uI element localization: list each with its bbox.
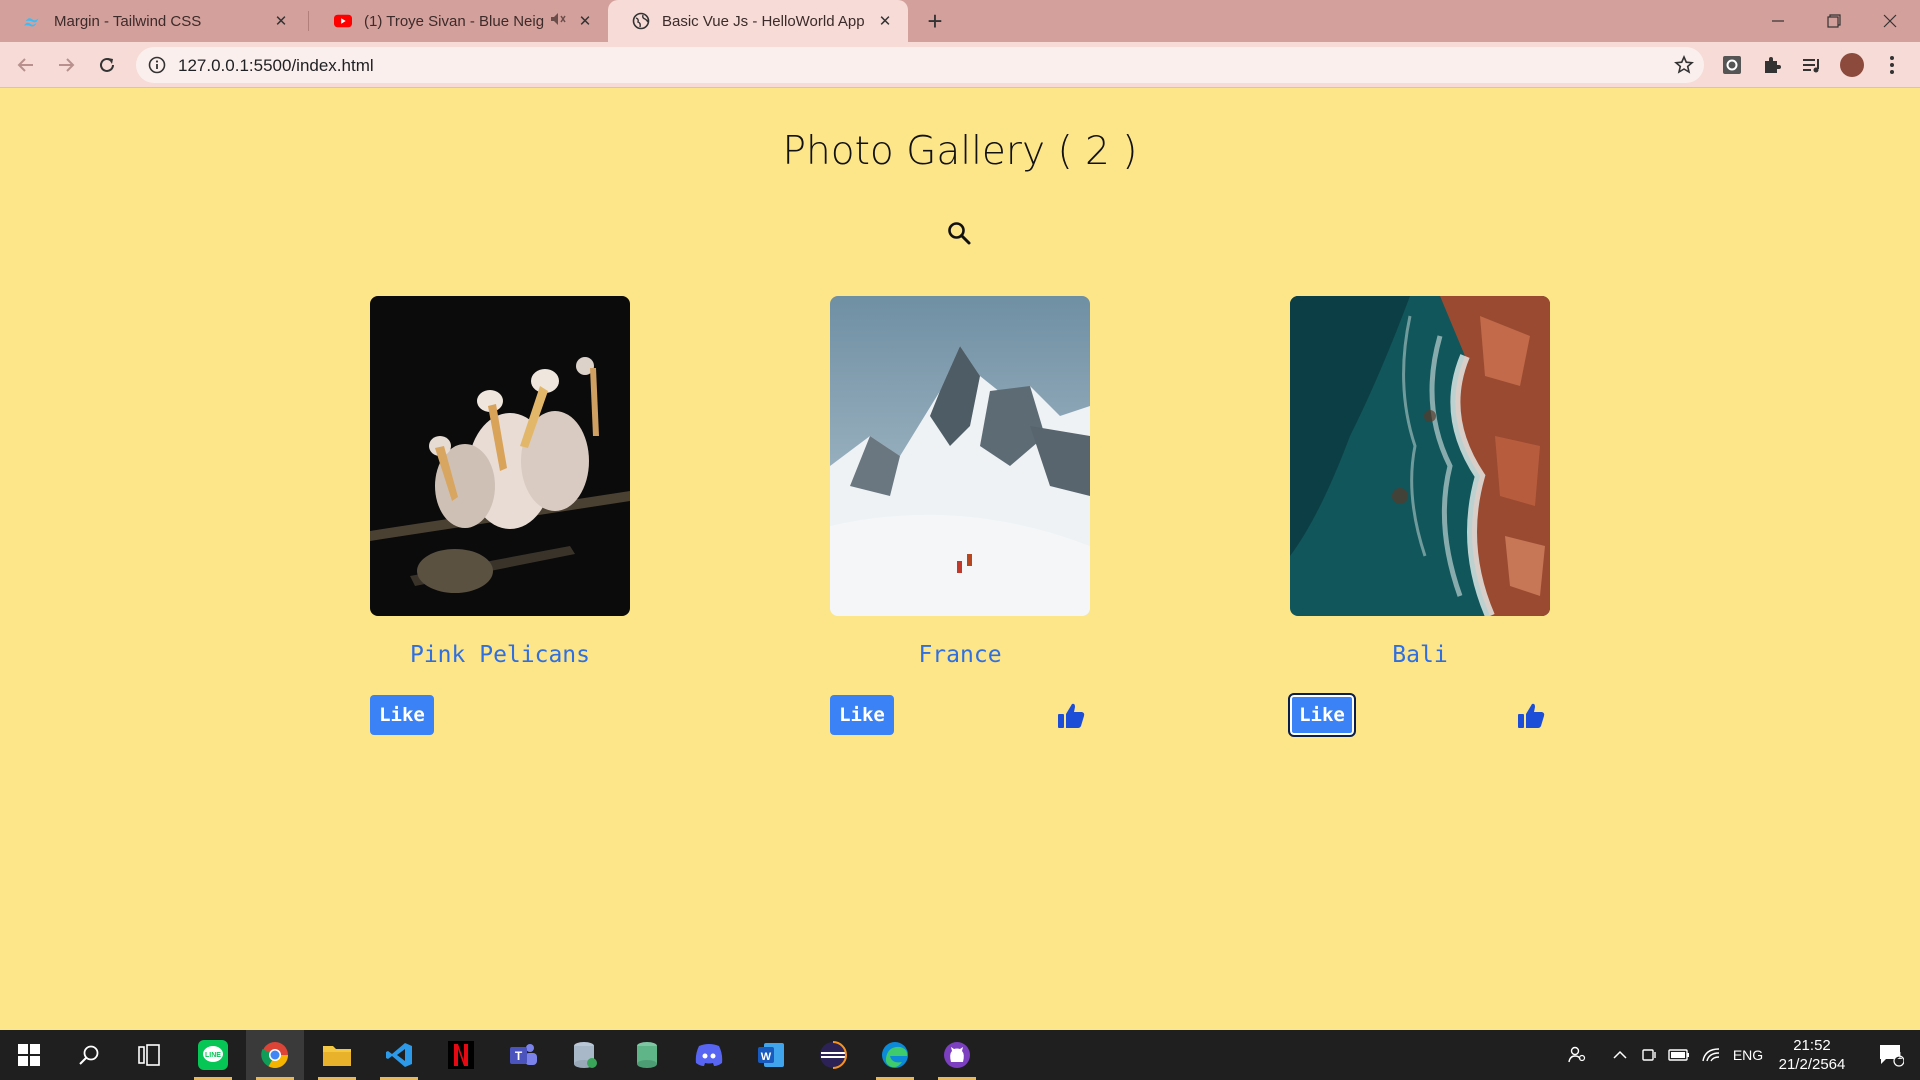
people-icon[interactable]	[1560, 1030, 1594, 1080]
clock-time: 21:52	[1793, 1037, 1831, 1054]
battery-icon[interactable]	[1664, 1030, 1694, 1080]
taskbar-clock[interactable]: 21:52 21/2/2564	[1762, 1036, 1862, 1074]
puzzle-extensions-icon[interactable]	[1760, 53, 1784, 77]
photo-title: Pink Pelicans	[409, 642, 590, 668]
tab-label: (1) Troye Sivan - Blue Neighb	[364, 12, 544, 30]
svg-text:LINE: LINE	[205, 1052, 221, 1059]
youtube-icon	[334, 12, 352, 30]
line-app-icon[interactable]: LINE	[184, 1030, 242, 1080]
minimize-button[interactable]	[1750, 0, 1806, 42]
photo-card: Bali Like	[1288, 296, 1550, 737]
like-button[interactable]: Like	[1288, 693, 1356, 737]
speaker-muted-icon[interactable]	[550, 12, 566, 30]
close-icon[interactable]: ✕	[272, 12, 290, 30]
thumbs-up-icon	[1056, 701, 1086, 731]
card-actions: Like	[1288, 693, 1550, 737]
photo-card: France Like	[830, 296, 1090, 735]
photo-card: Pink Pelicans Like	[370, 296, 630, 735]
chrome-icon[interactable]	[246, 1030, 304, 1080]
notification-count: 1	[1897, 1051, 1903, 1062]
database-app-2-icon[interactable]	[618, 1030, 676, 1080]
close-icon[interactable]: ✕	[876, 12, 894, 30]
tailwind-icon	[24, 12, 42, 30]
photo-title: Bali	[1392, 642, 1448, 668]
photo-bali	[1290, 296, 1550, 616]
vscode-icon[interactable]	[370, 1030, 428, 1080]
profile-avatar[interactable]	[1840, 53, 1864, 77]
bookmark-star-icon[interactable]	[1674, 55, 1694, 75]
new-tab-button[interactable]: +	[922, 6, 948, 36]
info-icon[interactable]	[148, 56, 166, 74]
tab-divider	[308, 11, 309, 31]
notification-center-icon[interactable]: 1	[1866, 1030, 1916, 1080]
like-button[interactable]: Like	[830, 695, 894, 735]
chevron-up-icon[interactable]	[1606, 1030, 1634, 1080]
svg-text:W: W	[761, 1051, 772, 1063]
teams-icon[interactable]: T	[494, 1030, 552, 1080]
start-button[interactable]	[0, 1030, 58, 1080]
extension-o-icon[interactable]	[1720, 53, 1744, 77]
wifi-icon[interactable]	[1696, 1030, 1726, 1080]
windows-taskbar: LINE T W ENG 21:52 21/2/2564 1	[0, 1030, 1920, 1080]
address-bar[interactable]: 127.0.0.1:5500/index.html	[136, 47, 1704, 83]
tab-youtube[interactable]: (1) Troye Sivan - Blue Neighb ✕	[310, 0, 608, 42]
close-window-button[interactable]	[1862, 0, 1918, 42]
forward-button[interactable]	[52, 51, 80, 79]
thumbs-up-icon	[1516, 701, 1546, 731]
page-title: Photo Gallery ( 2 )	[782, 129, 1138, 174]
search-icon[interactable]	[946, 220, 972, 246]
tab-vue-app[interactable]: Basic Vue Js - HelloWorld App ✕	[608, 0, 908, 42]
url-text[interactable]: 127.0.0.1:5500/index.html	[178, 56, 374, 76]
tab-margin-tailwind[interactable]: Margin - Tailwind CSS ✕	[0, 0, 304, 42]
close-icon[interactable]: ✕	[576, 12, 594, 30]
edge-icon[interactable]	[866, 1030, 924, 1080]
reload-button[interactable]	[93, 51, 121, 79]
browser-tab-strip: Margin - Tailwind CSS ✕ (1) Troye Sivan …	[0, 0, 1920, 42]
clock-date: 21/2/2564	[1778, 1056, 1846, 1073]
file-explorer-icon[interactable]	[308, 1030, 366, 1080]
word-icon[interactable]: W	[742, 1030, 800, 1080]
card-actions: Like	[370, 695, 630, 735]
like-button[interactable]: Like	[370, 695, 434, 735]
photo-pink-pelicans	[370, 296, 630, 616]
device-icon[interactable]	[1636, 1030, 1664, 1080]
globe-icon	[632, 12, 650, 30]
browser-toolbar: 127.0.0.1:5500/index.html	[0, 42, 1920, 88]
task-view-icon[interactable]	[120, 1030, 178, 1080]
media-queue-icon[interactable]	[1800, 53, 1824, 77]
restore-button[interactable]	[1806, 0, 1862, 42]
photo-title: France	[918, 642, 1002, 668]
tab-label: Margin - Tailwind CSS	[54, 12, 202, 30]
eclipse-icon[interactable]	[804, 1030, 862, 1080]
back-button[interactable]	[12, 51, 40, 79]
svg-text:T: T	[515, 1049, 523, 1063]
database-app-icon[interactable]	[556, 1030, 614, 1080]
search-taskbar-icon[interactable]	[60, 1030, 118, 1080]
tab-label: Basic Vue Js - HelloWorld App	[662, 12, 865, 30]
page-content: Photo Gallery ( 2 ) Pink Pelicans Like F…	[0, 89, 1920, 1029]
card-actions: Like	[830, 695, 1090, 735]
github-desktop-icon[interactable]	[928, 1030, 986, 1080]
netflix-icon[interactable]	[432, 1030, 490, 1080]
more-menu-icon[interactable]	[1880, 53, 1904, 77]
photo-france	[830, 296, 1090, 616]
discord-icon[interactable]	[680, 1030, 738, 1080]
